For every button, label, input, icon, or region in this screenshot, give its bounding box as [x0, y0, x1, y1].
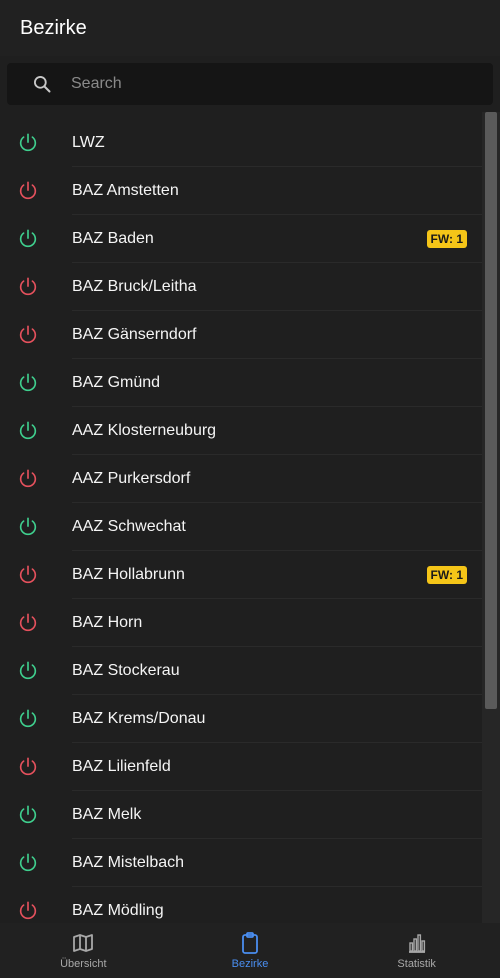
power-icon: [19, 805, 37, 824]
power-icon: [19, 853, 37, 872]
list-item[interactable]: AAZ Schwechat: [0, 503, 482, 551]
list-item-label: BAZ Horn: [72, 614, 143, 631]
list-item[interactable]: BAZ Stockerau: [0, 647, 482, 695]
power-icon: [19, 757, 37, 776]
list-item-label: BAZ Amstetten: [72, 182, 179, 199]
power-icon: [19, 901, 37, 920]
power-icon: [19, 565, 37, 584]
list-item-label: AAZ Schwechat: [72, 518, 186, 535]
search-bar[interactable]: [7, 63, 493, 105]
power-icon: [19, 613, 37, 632]
status-badge: FW: 1: [426, 230, 467, 248]
power-icon: [19, 373, 37, 392]
search-input[interactable]: [69, 74, 493, 94]
power-icon: [19, 709, 37, 728]
power-icon: [19, 133, 37, 152]
list-item-label: BAZ Lilienfeld: [72, 758, 171, 775]
power-icon: [19, 181, 37, 200]
list-item-label: BAZ Stockerau: [72, 662, 180, 679]
power-icon: [19, 517, 37, 536]
clipboard-icon: [242, 932, 258, 954]
power-icon: [19, 277, 37, 296]
list-item[interactable]: BAZ Amstetten: [0, 167, 482, 215]
list-item-label: BAZ Melk: [72, 806, 142, 823]
nav-tab-uebersicht[interactable]: Übersicht: [0, 923, 167, 978]
scrollbar[interactable]: [482, 112, 500, 923]
list-item[interactable]: BAZ Gmünd: [0, 359, 482, 407]
list-item[interactable]: BAZ Krems/Donau: [0, 695, 482, 743]
nav-label: Bezirke: [231, 958, 269, 970]
list-item-label: BAZ Mödling: [72, 902, 164, 919]
scrollbar-thumb[interactable]: [485, 112, 497, 709]
list-item[interactable]: BAZ Lilienfeld: [0, 743, 482, 791]
power-icon: [19, 661, 37, 680]
list-item[interactable]: AAZ Purkersdorf: [0, 455, 482, 503]
nav-label: Übersicht: [60, 958, 107, 970]
list-item-label: BAZ Mistelbach: [72, 854, 185, 871]
bottom-navigation: Übersicht Bezirke Statistik: [0, 923, 500, 978]
list-item[interactable]: BAZ Mistelbach: [0, 839, 482, 887]
list-item-label: BAZ Gmünd: [72, 374, 161, 391]
list-item[interactable]: LWZ: [0, 119, 482, 167]
list-item-label: BAZ Hollabrunn: [72, 566, 185, 583]
list-item-label: AAZ Purkersdorf: [72, 470, 191, 487]
list-item[interactable]: BAZ Bruck/Leitha: [0, 263, 482, 311]
list-item[interactable]: BAZ Baden FW: 1: [0, 215, 482, 263]
power-icon: [19, 325, 37, 344]
list-item[interactable]: BAZ Mödling: [0, 887, 482, 923]
list-item[interactable]: AAZ Klosterneuburg: [0, 407, 482, 455]
map-icon: [73, 934, 94, 952]
search-icon: [34, 76, 51, 93]
list-item-label: BAZ Gänserndorf: [72, 326, 197, 343]
power-icon: [19, 469, 37, 488]
power-icon: [19, 421, 37, 440]
app-header: Bezirke: [0, 0, 500, 56]
list-item-label: BAZ Krems/Donau: [72, 710, 206, 727]
list-item-label: LWZ: [72, 134, 105, 151]
nav-tab-statistik[interactable]: Statistik: [333, 923, 500, 978]
list-item[interactable]: BAZ Gänserndorf: [0, 311, 482, 359]
list-item[interactable]: BAZ Melk: [0, 791, 482, 839]
list-item[interactable]: BAZ Horn: [0, 599, 482, 647]
bar-chart-icon: [408, 934, 425, 953]
status-badge: FW: 1: [426, 566, 467, 584]
nav-tab-bezirke[interactable]: Bezirke: [167, 923, 334, 978]
list-item-label: AAZ Klosterneuburg: [72, 422, 217, 439]
list-item-label: BAZ Baden: [72, 230, 154, 247]
page-title: Bezirke: [20, 16, 87, 39]
list-item[interactable]: BAZ Hollabrunn FW: 1: [0, 551, 482, 599]
power-icon: [19, 229, 37, 248]
district-list: LWZ BAZ Amstetten BAZ Baden FW: 1 BAZ Bruck/…: [0, 119, 482, 923]
list-item-label: BAZ Bruck/Leitha: [72, 278, 197, 295]
nav-label: Statistik: [397, 958, 436, 970]
